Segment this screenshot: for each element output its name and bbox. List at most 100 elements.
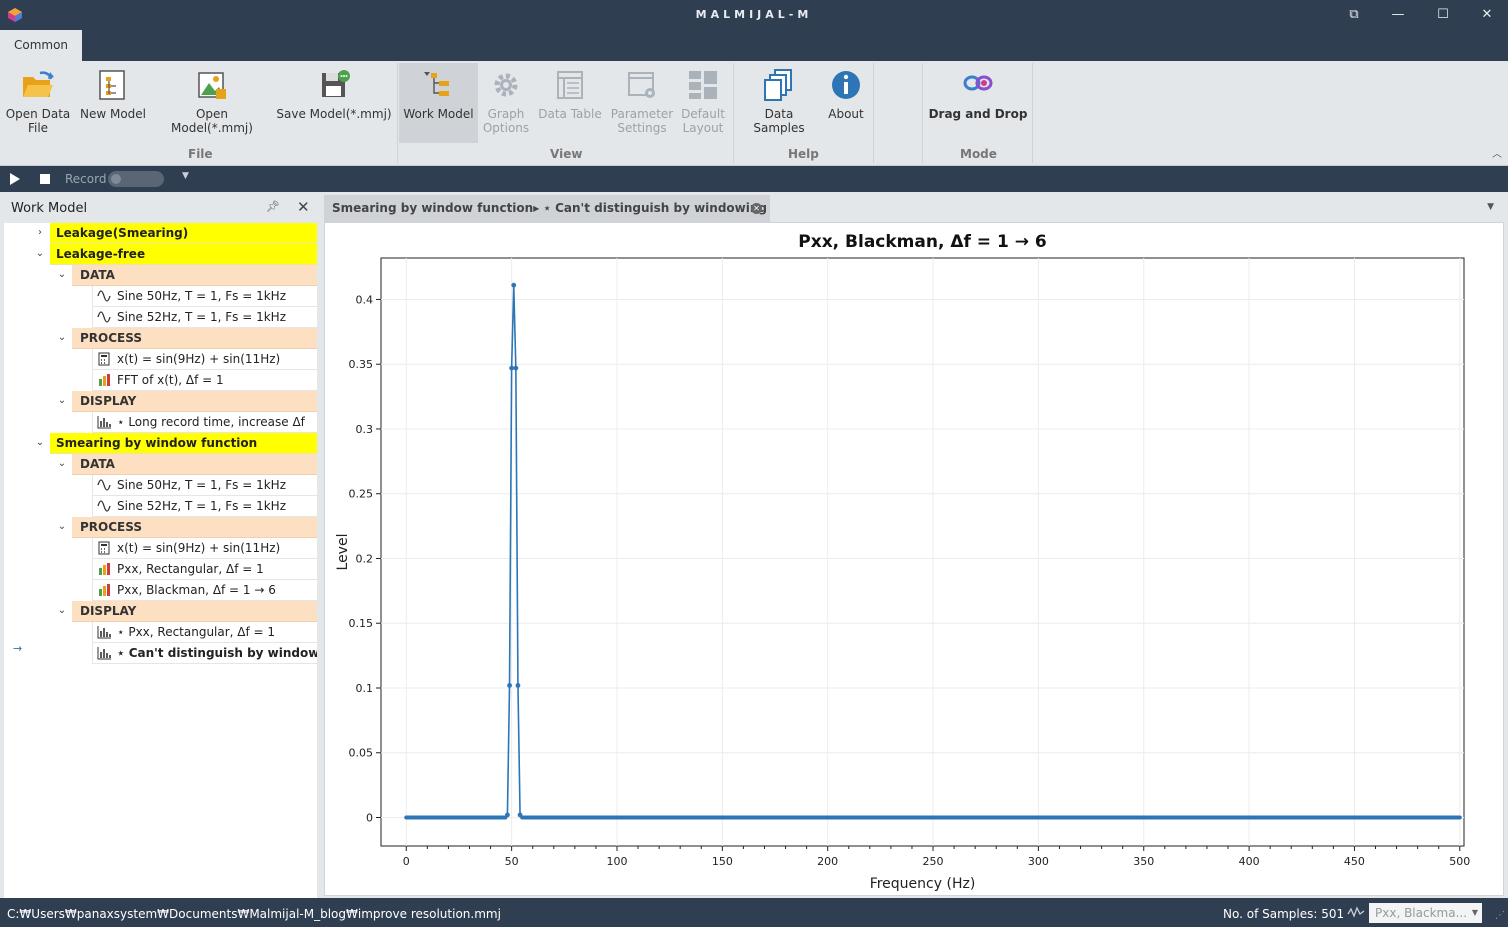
open-data-file-button[interactable]: Open Data File [4,63,72,143]
tree-section-node[interactable]: DISPLAY [72,601,317,622]
tree-section-node[interactable]: DATA [72,265,317,286]
new-model-icon [99,70,125,100]
parameter-settings-button[interactable]: Parameter Settings [609,63,675,143]
parameter-settings-label-2: Settings [617,121,667,135]
close-tab-icon[interactable]: ✕ [751,203,762,214]
tree-group-node[interactable]: Leakage(Smearing) [50,223,317,244]
data-table-button[interactable]: Data Table [536,63,604,143]
settings-window-icon [628,72,655,98]
work-model-button[interactable]: Work Model [399,63,478,143]
collapse-chevron-icon[interactable]: ⌄ [56,265,69,286]
tree-leaf-node[interactable]: Sine 50Hz, T = 1, Fs = 1kHz [92,475,317,496]
default-layout-button[interactable]: Default Layout [678,63,728,143]
data-point [513,365,519,371]
x-tick-label: 50 [505,855,519,868]
group-separator [1032,63,1033,163]
bar-chart-icon [97,416,111,429]
tree-leaf-node[interactable]: ⋆ Pxx, Rectangular, Δf = 1 [92,622,317,643]
tree-section-node[interactable]: DATA [72,454,317,475]
data-point [511,282,517,288]
about-label: About [828,107,864,121]
tree-leaf-label: ⋆ Can't distinguish by windowin [117,646,317,660]
close-button[interactable]: ✕ [1473,5,1501,25]
expand-chevron-icon[interactable]: › [34,223,47,244]
work-model-header: Work Model 📌︎ ✕ [4,192,317,223]
data-samples-button[interactable]: Data Samples [738,63,820,143]
save-model-button[interactable]: Save Model(*.mmj) [276,63,392,143]
new-model-button[interactable]: New Model [78,63,148,143]
sine-wave-icon [97,500,111,512]
group-label-help: Help [788,147,819,161]
tree-leaf-label: ⋆ Pxx, Rectangular, Δf = 1 [117,625,276,639]
y-tick-label: 0.25 [349,488,374,501]
tree-section-node[interactable]: PROCESS [72,517,317,538]
restore-layout-button[interactable]: ⧉ [1340,5,1368,25]
tree-leaf-label: x(t) = sin(9Hz) + sin(11Hz) [117,352,281,366]
tree-section-node[interactable]: DISPLAY [72,391,317,412]
tree-leaf-node[interactable]: x(t) = sin(9Hz) + sin(11Hz) [92,538,317,559]
record-toggle[interactable] [108,171,164,187]
document-tab[interactable]: Smearing by window function▸ ⋆ Can't dis… [324,195,770,222]
tree-group-node[interactable]: Leakage-free [50,244,317,265]
tree-leaf-node[interactable]: Sine 52Hz, T = 1, Fs = 1kHz [92,496,317,517]
tab-common[interactable]: Common [0,30,82,61]
collapse-chevron-icon[interactable]: ⌄ [56,601,69,622]
chevron-down-icon: ▼ [1471,908,1478,917]
open-model-button[interactable]: Open Model(*.mmj) [154,63,270,143]
tree-leaf-node[interactable]: x(t) = sin(9Hz) + sin(11Hz) [92,349,317,370]
open-model-icon [198,72,226,99]
stop-icon[interactable] [40,174,50,184]
record-dropdown-icon[interactable]: ▼ [182,171,189,181]
graph-options-label-1: Graph [487,107,525,121]
play-icon[interactable] [10,173,20,185]
tab-list-dropdown-icon[interactable]: ▼ [1487,202,1494,212]
collapse-chevron-icon[interactable]: ⌄ [56,454,69,475]
series-selector[interactable]: Pxx, Blackma... ▼ [1369,903,1482,923]
tree-leaf-label: Pxx, Rectangular, Δf = 1 [117,562,264,576]
stacked-documents-icon [764,69,792,101]
parameter-settings-label-1: Parameter [610,107,674,121]
tree-section-node[interactable]: PROCESS [72,328,317,349]
x-tick-label: 300 [1028,855,1049,868]
tree-leaf-node[interactable]: Pxx, Blackman, Δf = 1 → 6 [92,580,317,601]
collapse-chevron-icon[interactable]: ⌄ [34,244,47,265]
drag-and-drop-button[interactable]: Drag and Drop [928,63,1028,143]
collapse-chevron-icon[interactable]: ⌄ [56,517,69,538]
tree-leaf-node[interactable]: FFT of x(t), Δf = 1 [92,370,317,391]
tree-leaf-node[interactable]: ⋆ Long record time, increase Δf [92,412,317,433]
tree-leaf-node[interactable]: Sine 52Hz, T = 1, Fs = 1kHz [92,307,317,328]
save-model-label: Save Model(*.mmj) [276,107,392,121]
tree-leaf-label: Sine 50Hz, T = 1, Fs = 1kHz [117,289,286,303]
pin-icon[interactable]: 📌︎ [266,200,280,213]
document-tab-label: Smearing by window function▸ ⋆ Can't dis… [332,201,767,215]
group-separator [733,63,734,163]
collapse-chevron-icon[interactable]: ⌄ [56,328,69,349]
collapse-chevron-icon[interactable]: ⌄ [56,391,69,412]
tree-leaf-node[interactable]: Pxx, Rectangular, Δf = 1 [92,559,317,580]
save-disk-icon [322,70,350,97]
title-bar: MALMIJAL-M ⧉ — ☐ ✕ [0,0,1508,30]
calculator-icon [98,541,110,555]
data-table-label: Data Table [538,107,602,121]
maximize-button[interactable]: ☐ [1429,5,1457,25]
waveform-icon [1347,906,1365,918]
close-panel-icon[interactable]: ✕ [297,198,310,216]
panel-title: Work Model [11,201,88,216]
psd-chart[interactable]: 0 50 100 150 200 250 300 350 400 450 500 0 0.05 0.1 0.… [325,223,1503,895]
x-tick-label: 100 [606,855,627,868]
graph-options-label-2: Options [482,121,530,135]
collapse-ribbon-icon[interactable]: ︿ [1492,145,1502,160]
graph-options-button[interactable]: Graph Options [480,63,532,143]
window-title: MALMIJAL-M [695,8,813,21]
minimize-button[interactable]: — [1384,5,1412,25]
tree-leaf-label: Sine 52Hz, T = 1, Fs = 1kHz [117,310,286,324]
tree-leaf-node[interactable]: Sine 50Hz, T = 1, Fs = 1kHz [92,286,317,307]
about-button[interactable]: About [824,63,868,143]
tree-leaf-node-selected[interactable]: ⋆ Can't distinguish by windowin [92,643,317,664]
tree-group-node[interactable]: Smearing by window function [50,433,317,454]
resize-grip-icon[interactable]: ⋰ [1495,910,1505,921]
y-tick-label: 0.2 [356,552,374,565]
x-tick-label: 0 [403,855,410,868]
collapse-chevron-icon[interactable]: ⌄ [34,433,47,454]
file-path: C:₩Users₩panaxsystem₩Documents₩Malmijal-… [7,907,501,921]
